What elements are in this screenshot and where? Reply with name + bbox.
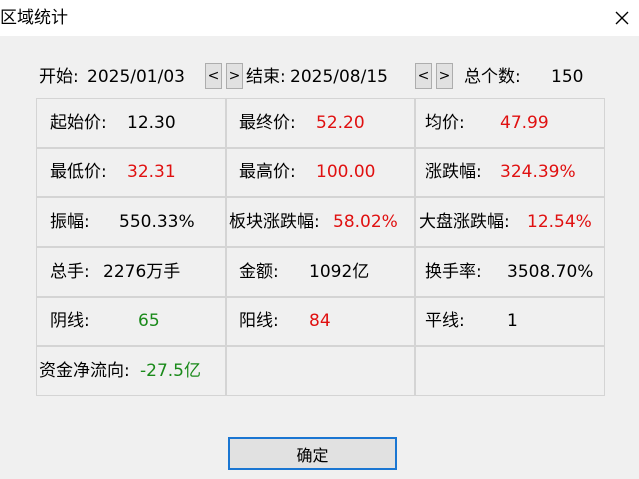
stat-cell: 振幅: 550.33% <box>36 197 226 247</box>
close-button[interactable] <box>605 0 639 36</box>
stat-label: 资金净流向: <box>39 361 130 382</box>
stat-label: 换手率: <box>425 261 482 282</box>
stat-cell: 最高价: 100.00 <box>226 147 415 198</box>
stat-cell: 均价: 47.99 <box>415 98 605 148</box>
stat-value: 47.99 <box>500 112 549 133</box>
end-label: 结束: <box>246 67 286 87</box>
stat-label: 板块涨跌幅: <box>229 212 320 233</box>
count-label: 总个数: <box>464 67 521 87</box>
stats-grid: 起始价: 12.30 最终价: 52.20 均价: 47.99 最低价: 32.… <box>36 98 605 396</box>
stat-value: 1 <box>507 311 518 332</box>
stat-value: 12.54% <box>527 212 592 233</box>
stat-value: 324.39% <box>500 162 576 183</box>
stat-label: 均价: <box>425 112 465 133</box>
stat-label: 大盘涨跌幅: <box>419 212 510 233</box>
stat-cell: 平线: 1 <box>415 296 605 347</box>
end-next-button[interactable]: > <box>436 63 453 89</box>
stat-label: 平线: <box>425 311 465 332</box>
stat-value: 550.33% <box>119 212 195 233</box>
stat-label: 最低价: <box>50 162 107 183</box>
stat-label: 振幅: <box>50 212 90 233</box>
stat-label: 金额: <box>239 261 279 282</box>
count-value: 150 <box>551 67 584 87</box>
stat-value: 84 <box>309 311 331 332</box>
stat-cell: 资金净流向: -27.5亿 <box>36 346 226 396</box>
start-prev-button[interactable]: < <box>205 63 222 89</box>
stat-label: 阴线: <box>50 311 90 332</box>
title-bar: 区域统计 <box>0 0 639 36</box>
stat-value: 32.31 <box>127 162 176 183</box>
date-range-row: 开始: 2025/01/03 < > 结束: 2025/08/15 < > 总个… <box>0 63 639 91</box>
stat-label: 总手: <box>50 261 90 282</box>
stat-value: 12.30 <box>127 112 176 133</box>
close-icon <box>615 11 629 25</box>
stat-cell: 阳线: 84 <box>226 296 415 347</box>
stat-cell: 换手率: 3508.70% <box>415 247 605 297</box>
ok-button[interactable]: 确定 <box>228 437 397 470</box>
stat-label: 涨跌幅: <box>425 162 482 183</box>
stat-label: 阳线: <box>239 311 279 332</box>
stat-label: 最高价: <box>239 162 296 183</box>
stat-value: 3508.70% <box>507 261 594 282</box>
start-date: 2025/01/03 <box>87 67 185 87</box>
start-label: 开始: <box>39 67 79 87</box>
stat-label: 起始价: <box>50 112 107 133</box>
start-next-button[interactable]: > <box>226 63 243 89</box>
empty-cell <box>415 346 605 396</box>
stat-cell: 大盘涨跌幅: 12.54% <box>415 197 605 247</box>
stat-cell: 板块涨跌幅: 58.02% <box>226 197 415 247</box>
window-title: 区域统计 <box>0 8 68 28</box>
stat-cell: 金额: 1092亿 <box>226 247 415 297</box>
stat-label: 最终价: <box>239 112 296 133</box>
stat-value: 52.20 <box>316 112 365 133</box>
stat-cell: 起始价: 12.30 <box>36 98 226 148</box>
stat-cell: 阴线: 65 <box>36 296 226 347</box>
stat-cell: 最终价: 52.20 <box>226 98 415 148</box>
stat-value: -27.5亿 <box>140 361 201 382</box>
stat-value: 100.00 <box>316 162 376 183</box>
stat-value: 2276万手 <box>103 261 181 282</box>
stat-value: 65 <box>138 311 160 332</box>
stat-cell: 总手: 2276万手 <box>36 247 226 297</box>
stat-cell: 最低价: 32.31 <box>36 147 226 198</box>
end-date: 2025/08/15 <box>290 67 388 87</box>
stat-value: 1092亿 <box>309 261 370 282</box>
stat-cell: 涨跌幅: 324.39% <box>415 147 605 198</box>
empty-cell <box>226 346 415 396</box>
end-prev-button[interactable]: < <box>415 63 432 89</box>
stat-value: 58.02% <box>333 212 398 233</box>
